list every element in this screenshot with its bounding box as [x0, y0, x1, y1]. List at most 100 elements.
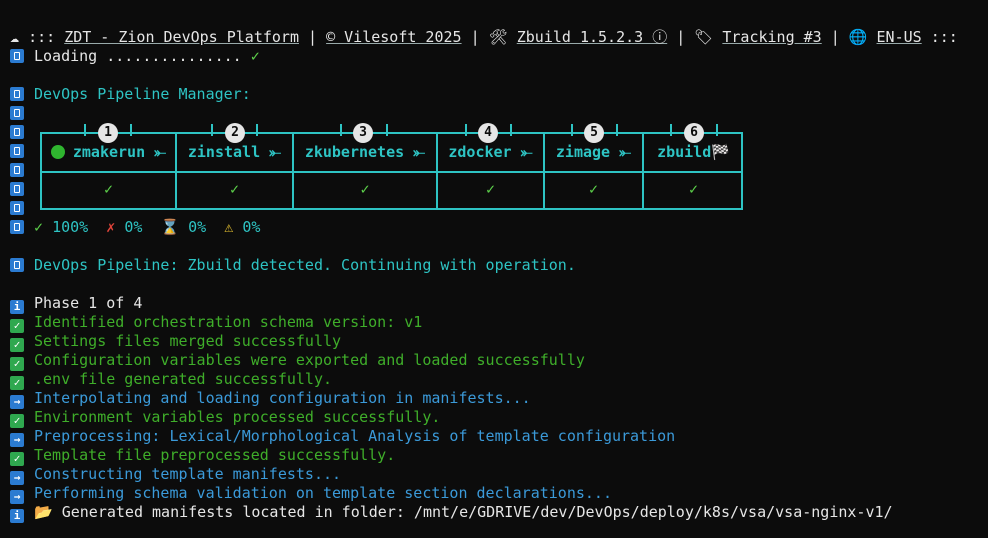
pipeline-step-5: 5 zimage ⤜ ✓	[545, 123, 644, 208]
step-name: zdocker ⤜	[448, 143, 533, 161]
log-line: ✓ Environment variables processed success…	[10, 408, 441, 428]
final-line: i 📂 Generated manifests located in folder…	[10, 503, 893, 523]
log-text: .env file generated successfully.	[34, 370, 333, 388]
pipeline-table: 1 zmakerun ⤜ ✓ 2 zinstall ⤜ ✓ 3 zkuberne…	[40, 123, 743, 210]
log-line: ✓ Configuration variables were exported a…	[10, 351, 585, 371]
failed-icon: ✗	[106, 218, 116, 236]
warning-icon: ⚠	[224, 218, 234, 236]
app-name: ZDT - Zion DevOps Platform	[64, 28, 299, 46]
title-bar: ☁ ::: ZDT - Zion DevOps Platform | © Vil…	[10, 28, 958, 46]
check-icon: ✓	[10, 357, 24, 371]
step-check-icon: ✓	[485, 180, 496, 198]
step-name: zbuild🏁	[657, 143, 730, 161]
pipeline-manager-title-line: DevOps Pipeline Manager:	[10, 85, 251, 104]
log-text: Settings files merged successfully	[34, 332, 342, 350]
gutter-icon	[10, 199, 34, 218]
step-number-badge: 6	[684, 123, 704, 143]
log-line: ✓ Settings files merged successfully	[10, 332, 342, 352]
step-number-badge: 3	[353, 123, 373, 143]
tools-icon: 🛠	[488, 28, 508, 46]
cloud-icon: ☁	[10, 28, 20, 46]
log-text: Constructing template manifests...	[34, 465, 342, 483]
check-icon: ✓	[10, 338, 24, 352]
check-icon: ✓	[10, 414, 24, 428]
step-check-icon: ✓	[103, 180, 114, 198]
tag-icon: 🏷	[694, 28, 714, 46]
detected-message: DevOps Pipeline: Zbuild detected. Contin…	[34, 256, 576, 274]
log-text: Template file preprocessed successfully.	[34, 446, 396, 464]
check-icon: ✓	[10, 452, 24, 466]
gutter-icon	[10, 161, 34, 180]
pipeline-summary: ✓ 100% ✗ 0% ⌛ 0% ⚠ 0%	[10, 218, 260, 237]
refresh-icon	[10, 125, 24, 139]
arrow-icon: →	[10, 490, 24, 504]
hourglass-icon: ⌛	[160, 218, 180, 236]
log-text: Configuration variables were exported an…	[34, 351, 585, 369]
header-prefix: :::	[28, 28, 56, 46]
log-text: Preprocessing: Lexical/Morphological Ana…	[34, 427, 676, 445]
copyright: © Vilesoft 2025	[326, 28, 462, 46]
log-line: → Constructing template manifests...	[10, 465, 342, 485]
output-folder-message: Generated manifests located in folder: /…	[61, 503, 893, 521]
refresh-icon	[10, 182, 24, 196]
step-name: zkubernetes ⤜	[304, 143, 426, 161]
log-text: Performing schema validation on template…	[34, 484, 612, 502]
pipeline-step-4: 4 zdocker ⤜ ✓	[438, 123, 545, 208]
log-line: ✓ Template file preprocessed successfully…	[10, 446, 396, 466]
refresh-icon	[10, 258, 24, 272]
status-dot-icon	[50, 145, 65, 159]
arrow-icon: →	[10, 433, 24, 447]
info-icon: i	[10, 300, 24, 314]
log-line: ✓ .env file generated successfully.	[10, 370, 333, 390]
pipeline-step-2: 2 zinstall ⤜ ✓	[177, 123, 294, 208]
arrow-icon: →	[10, 471, 24, 485]
step-number-badge: 2	[225, 123, 245, 143]
log-text: Identified orchestration schema version:…	[34, 313, 423, 331]
step-name: zmakerun ⤜	[72, 143, 167, 161]
info-icon: i	[10, 509, 24, 523]
refresh-icon	[10, 87, 24, 101]
build-version: Zbuild 1.5.2.3 ⓘ	[516, 28, 668, 46]
loading-line: Loading ............... ✓	[10, 47, 260, 66]
log-line: → Interpolating and loading configuration…	[10, 389, 531, 409]
log-text: Environment variables processed successf…	[34, 408, 441, 426]
detected-line: DevOps Pipeline: Zbuild detected. Contin…	[10, 256, 576, 275]
refresh-icon	[10, 220, 24, 234]
pipeline-manager-title: DevOps Pipeline Manager:	[34, 85, 251, 103]
tracking: Tracking #3	[722, 28, 822, 46]
locale: EN-US	[876, 28, 922, 46]
refresh-icon	[10, 163, 24, 177]
check-icon: ✓	[10, 376, 24, 390]
success-percent: 100%	[52, 218, 89, 236]
refresh-icon	[10, 106, 24, 120]
pipeline-step-1: 1 zmakerun ⤜ ✓	[42, 123, 177, 208]
success-icon: ✓	[34, 218, 44, 236]
step-number-badge: 1	[98, 123, 118, 143]
step-check-icon: ✓	[229, 180, 240, 198]
refresh-icon	[10, 144, 24, 158]
arrow-icon: →	[10, 395, 24, 409]
globe-icon: 🌐	[848, 28, 868, 46]
gutter-icon	[10, 123, 34, 142]
gutter-icon	[10, 142, 34, 161]
step-check-icon: ✓	[360, 180, 370, 198]
gutter-icon	[10, 104, 34, 123]
failed-percent: 0%	[124, 218, 143, 236]
step-check-icon: ✓	[588, 180, 599, 198]
log-line: ✓ Identified orchestration schema version…	[10, 313, 423, 333]
pending-percent: 0%	[188, 218, 207, 236]
warning-percent: 0%	[242, 218, 261, 236]
loading-label: Loading ...............	[34, 47, 242, 65]
step-number-badge: 4	[478, 123, 498, 143]
step-name: zinstall ⤜	[187, 143, 282, 161]
log-text: Interpolating and loading configuration …	[34, 389, 531, 407]
gutter-icon	[10, 180, 34, 199]
loading-check-icon: ✓	[250, 47, 260, 65]
phase-label: Phase 1 of 4	[34, 294, 143, 312]
step-number-badge: 5	[584, 123, 604, 143]
step-name: zimage ⤜	[555, 143, 632, 161]
log-line: → Preprocessing: Lexical/Morphological An…	[10, 427, 676, 447]
header-suffix: :::	[930, 28, 958, 46]
phase-line: i Phase 1 of 4	[10, 294, 143, 314]
refresh-icon	[10, 49, 24, 63]
